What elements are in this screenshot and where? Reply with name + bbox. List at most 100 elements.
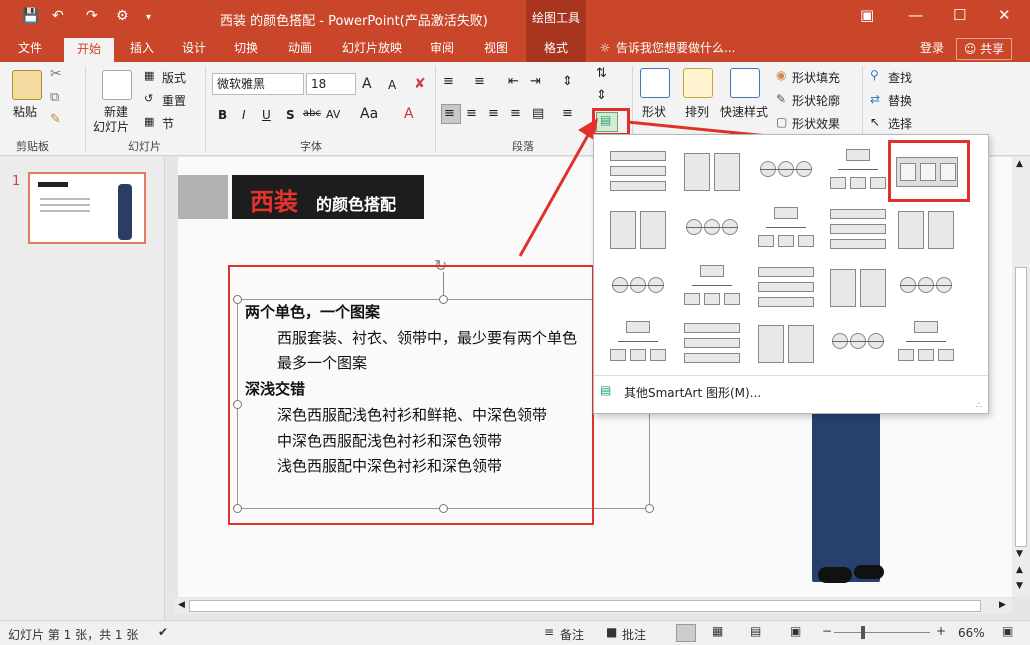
layout-shape bbox=[798, 235, 814, 247]
layout-shape bbox=[774, 207, 798, 219]
layout-connector bbox=[838, 169, 878, 170]
next-slide-icon[interactable]: ▼ bbox=[1016, 581, 1023, 591]
smartart-layout-item[interactable] bbox=[826, 319, 892, 369]
comments-button[interactable]: 批注 bbox=[622, 626, 646, 643]
layout-shape bbox=[610, 349, 626, 361]
notes-button[interactable]: 备注 bbox=[560, 626, 584, 643]
slide-sorter-icon[interactable]: ▦ bbox=[712, 624, 723, 638]
layout-shape bbox=[860, 269, 886, 307]
notes-icon: ≡ bbox=[544, 625, 555, 639]
layout-shape bbox=[714, 153, 740, 191]
smartart-layout-item[interactable] bbox=[894, 205, 960, 255]
zoom-slider-track[interactable] bbox=[834, 632, 930, 633]
smartart-layout-item[interactable] bbox=[754, 147, 820, 197]
smartart-layout-item[interactable] bbox=[826, 263, 892, 313]
layout-shape bbox=[684, 338, 740, 348]
layout-shape bbox=[626, 321, 650, 333]
zoom-level[interactable]: 66% bbox=[958, 626, 985, 640]
divider bbox=[594, 375, 988, 376]
smartart-layout-item[interactable] bbox=[826, 147, 892, 197]
layout-connector bbox=[692, 285, 732, 286]
smartart-layout-item[interactable] bbox=[680, 205, 746, 255]
scroll-left-icon[interactable]: ◀ bbox=[178, 600, 185, 610]
smartart-layout-item[interactable] bbox=[680, 319, 746, 369]
layout-shape bbox=[640, 211, 666, 249]
layout-shape bbox=[830, 269, 856, 307]
layout-shape bbox=[630, 349, 646, 361]
layout-shape bbox=[758, 235, 774, 247]
layout-connector bbox=[760, 169, 812, 170]
scroll-thumb[interactable] bbox=[1015, 267, 1027, 547]
smartart-layout-item[interactable] bbox=[606, 147, 672, 197]
layout-shape bbox=[830, 239, 886, 249]
scroll-up-icon[interactable]: ▲ bbox=[1016, 159, 1023, 169]
fit-slide-icon[interactable]: ▣ bbox=[1002, 624, 1013, 638]
layout-shape bbox=[610, 181, 666, 191]
layout-shape bbox=[870, 177, 886, 189]
hscroll-thumb[interactable] bbox=[189, 600, 981, 612]
arrow-line-up bbox=[518, 127, 594, 257]
normal-view-button[interactable] bbox=[676, 624, 696, 642]
layout-shape bbox=[704, 293, 720, 305]
layout-shape bbox=[610, 211, 636, 249]
layout-shape bbox=[914, 321, 938, 333]
layout-shape bbox=[758, 325, 784, 363]
layout-shape bbox=[684, 293, 700, 305]
layout-shape bbox=[788, 325, 814, 363]
smartart-layout-item[interactable] bbox=[754, 319, 820, 369]
gallery-item-highlight bbox=[888, 140, 970, 202]
slide-count: 幻灯片 第 1 张，共 1 张 bbox=[8, 628, 139, 642]
layout-connector bbox=[906, 341, 946, 342]
layout-shape bbox=[898, 211, 924, 249]
layout-shape bbox=[610, 166, 666, 176]
more-smartart-link[interactable]: 其他SmartArt 图形(M)... bbox=[624, 384, 761, 401]
slideshow-icon[interactable]: ▣ bbox=[790, 624, 801, 638]
smartart-layout-item[interactable] bbox=[754, 205, 820, 255]
layout-shape bbox=[850, 177, 866, 189]
layout-shape bbox=[898, 349, 914, 361]
layout-shape bbox=[778, 235, 794, 247]
smartart-layout-item[interactable] bbox=[826, 205, 892, 255]
layout-connector bbox=[612, 285, 664, 286]
layout-shape bbox=[928, 211, 954, 249]
scroll-right-icon[interactable]: ▶ bbox=[999, 600, 1006, 610]
horizontal-scrollbar[interactable]: ◀ ▶ bbox=[175, 598, 1012, 614]
layout-connector bbox=[686, 227, 738, 228]
smartart-layout-item[interactable] bbox=[894, 263, 960, 313]
layout-connector bbox=[832, 341, 884, 342]
resize-grip-icon[interactable]: ∴ bbox=[976, 401, 982, 411]
layout-shape bbox=[684, 323, 740, 333]
smartart-layout-item[interactable] bbox=[680, 147, 746, 197]
layout-shape bbox=[758, 282, 814, 292]
status-bar: 幻灯片 第 1 张，共 1 张 ✔ ≡ 备注 ■ 批注 ▦ ▤ ▣ − + 66… bbox=[0, 620, 1030, 645]
spellcheck-icon[interactable]: ✔ bbox=[158, 625, 168, 639]
layout-shape bbox=[830, 224, 886, 234]
zoom-out-button[interactable]: − bbox=[822, 624, 832, 638]
layout-shape bbox=[684, 353, 740, 363]
layout-shape bbox=[938, 349, 954, 361]
smartart-layout-item[interactable] bbox=[754, 263, 820, 313]
layout-shape bbox=[650, 349, 666, 361]
smartart-small-icon: ▤ bbox=[600, 383, 612, 397]
layout-shape bbox=[758, 267, 814, 277]
layout-connector bbox=[618, 341, 658, 342]
layout-shape bbox=[610, 151, 666, 161]
layout-shape bbox=[830, 177, 846, 189]
layout-connector bbox=[766, 227, 806, 228]
scroll-down-icon[interactable]: ▼ bbox=[1016, 549, 1023, 559]
layout-shape bbox=[846, 149, 870, 161]
reading-view-icon[interactable]: ▤ bbox=[750, 624, 761, 638]
smartart-layout-item[interactable] bbox=[680, 263, 746, 313]
layout-connector bbox=[900, 285, 952, 286]
smartart-layout-item[interactable] bbox=[606, 205, 672, 255]
layout-shape bbox=[758, 297, 814, 307]
comments-icon: ■ bbox=[606, 625, 618, 639]
zoom-in-button[interactable]: + bbox=[936, 624, 946, 638]
smartart-layout-item[interactable] bbox=[606, 263, 672, 313]
vertical-scrollbar[interactable]: ▲ ▼ ▲ ▼ bbox=[1012, 157, 1030, 597]
zoom-slider-thumb[interactable] bbox=[861, 626, 865, 639]
smartart-layout-item[interactable] bbox=[606, 319, 672, 369]
smartart-layout-item[interactable] bbox=[894, 319, 960, 369]
layout-shape bbox=[724, 293, 740, 305]
prev-slide-icon[interactable]: ▲ bbox=[1016, 565, 1023, 575]
